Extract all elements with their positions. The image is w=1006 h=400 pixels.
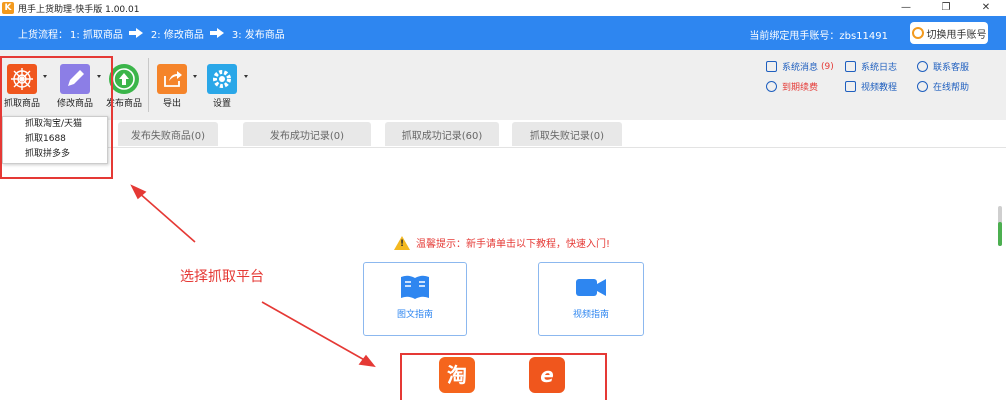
tip-text: 温馨提示：新手请单击以下教程，快速入门! [416, 239, 611, 250]
annotation-arrows [130, 184, 376, 368]
arrow-head [358, 354, 376, 368]
taobao-platform-button[interactable]: 淘 [439, 357, 475, 393]
video-guide-label: 视频指南 [572, 310, 609, 320]
beginner-tip: ! 温馨提示：新手请单击以下教程，快速入门! [394, 235, 610, 250]
platform-highlight-frame [400, 353, 607, 400]
1688-platform-button[interactable]: e [529, 357, 565, 393]
video-camera-icon [575, 273, 607, 301]
scrollbar-thumb[interactable] [998, 222, 1002, 246]
app-window: K 甩手上货助理-快手版 1.00.01 — ❐ ✕ 上货流程： 1: 抓取商品… [0, 0, 1006, 400]
annotation-text: 选择抓取平台 [180, 269, 264, 285]
book-icon [399, 273, 431, 301]
arrow-line [137, 191, 196, 243]
text-guide-label: 图文指南 [396, 310, 433, 320]
video-guide-card[interactable]: 视频指南 [538, 262, 644, 336]
arrow-line [261, 301, 369, 363]
warning-icon: ! [394, 235, 410, 250]
text-guide-card[interactable]: 图文指南 [363, 262, 467, 336]
